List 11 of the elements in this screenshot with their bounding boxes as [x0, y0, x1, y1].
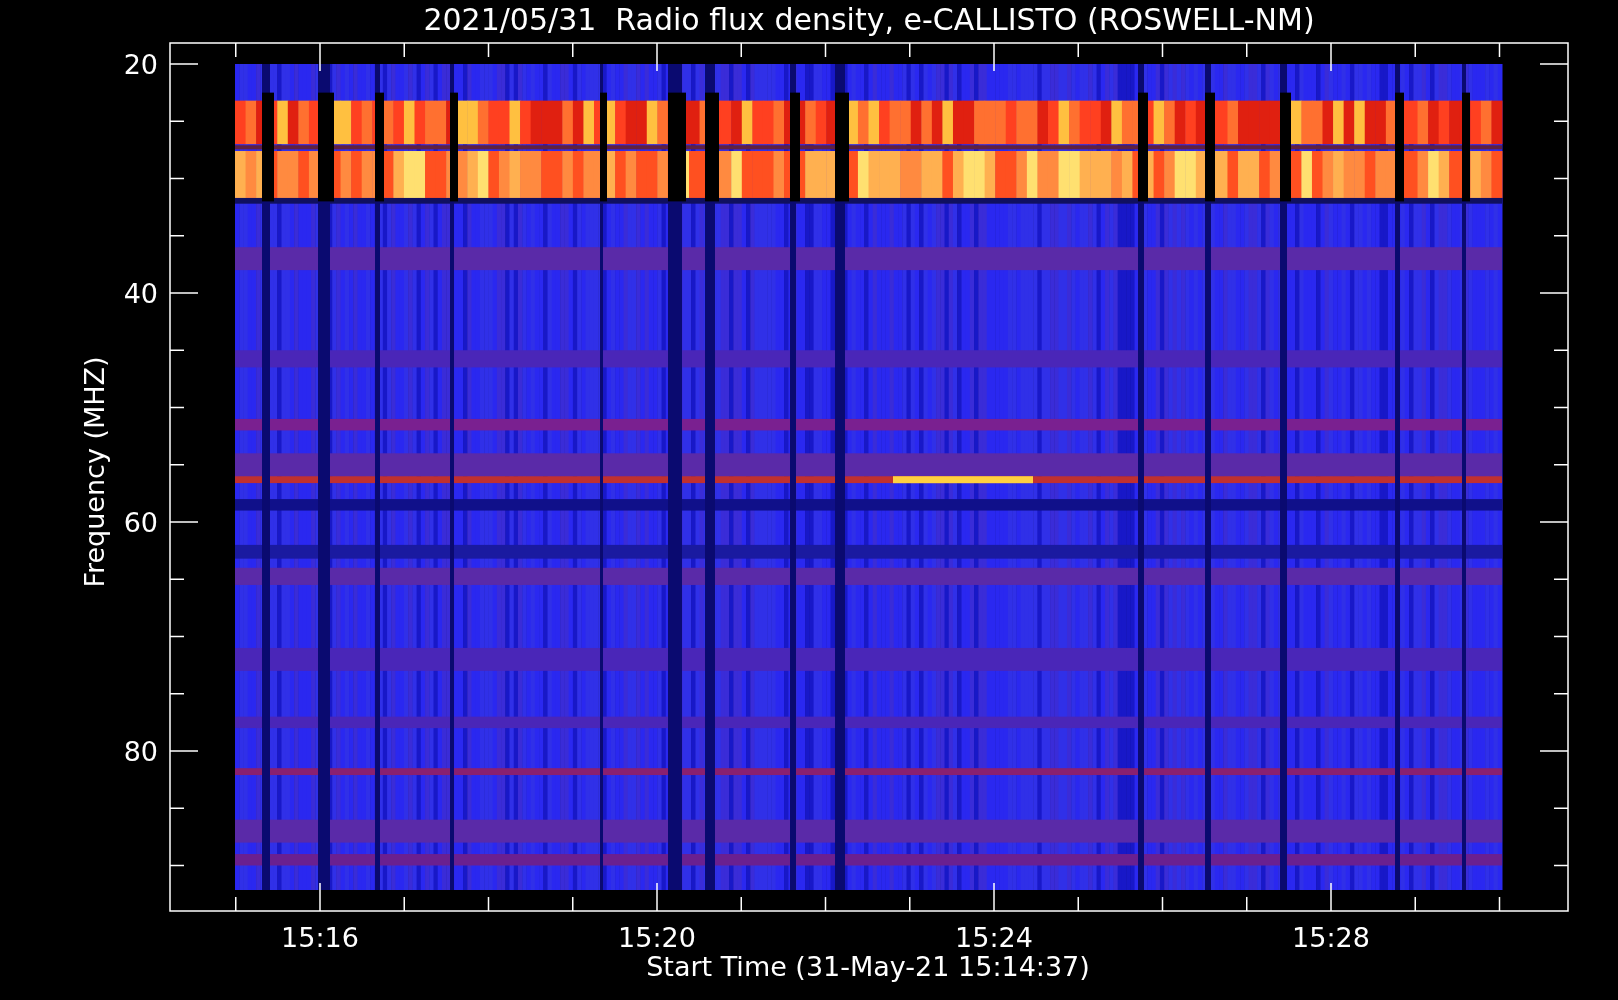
x-axis-label: Start Time (31-May-21 15:14:37)	[646, 951, 1090, 982]
plot-title: 2021/05/31 Radio flux density, e-CALLISTO (ROSWELL-NM)	[423, 2, 1315, 37]
y-tick-label: 20	[123, 49, 158, 80]
y-axis-label: Frequency (MHZ)	[79, 356, 110, 588]
x-tick-label: 15:20	[618, 922, 696, 953]
x-tick-label: 15:28	[1292, 922, 1370, 953]
y-tick-label: 80	[123, 736, 158, 767]
y-tick-label: 40	[123, 278, 158, 309]
y-tick-label: 60	[123, 507, 158, 538]
x-tick-label: 15:16	[281, 922, 359, 953]
x-tick-label: 15:24	[955, 922, 1033, 953]
